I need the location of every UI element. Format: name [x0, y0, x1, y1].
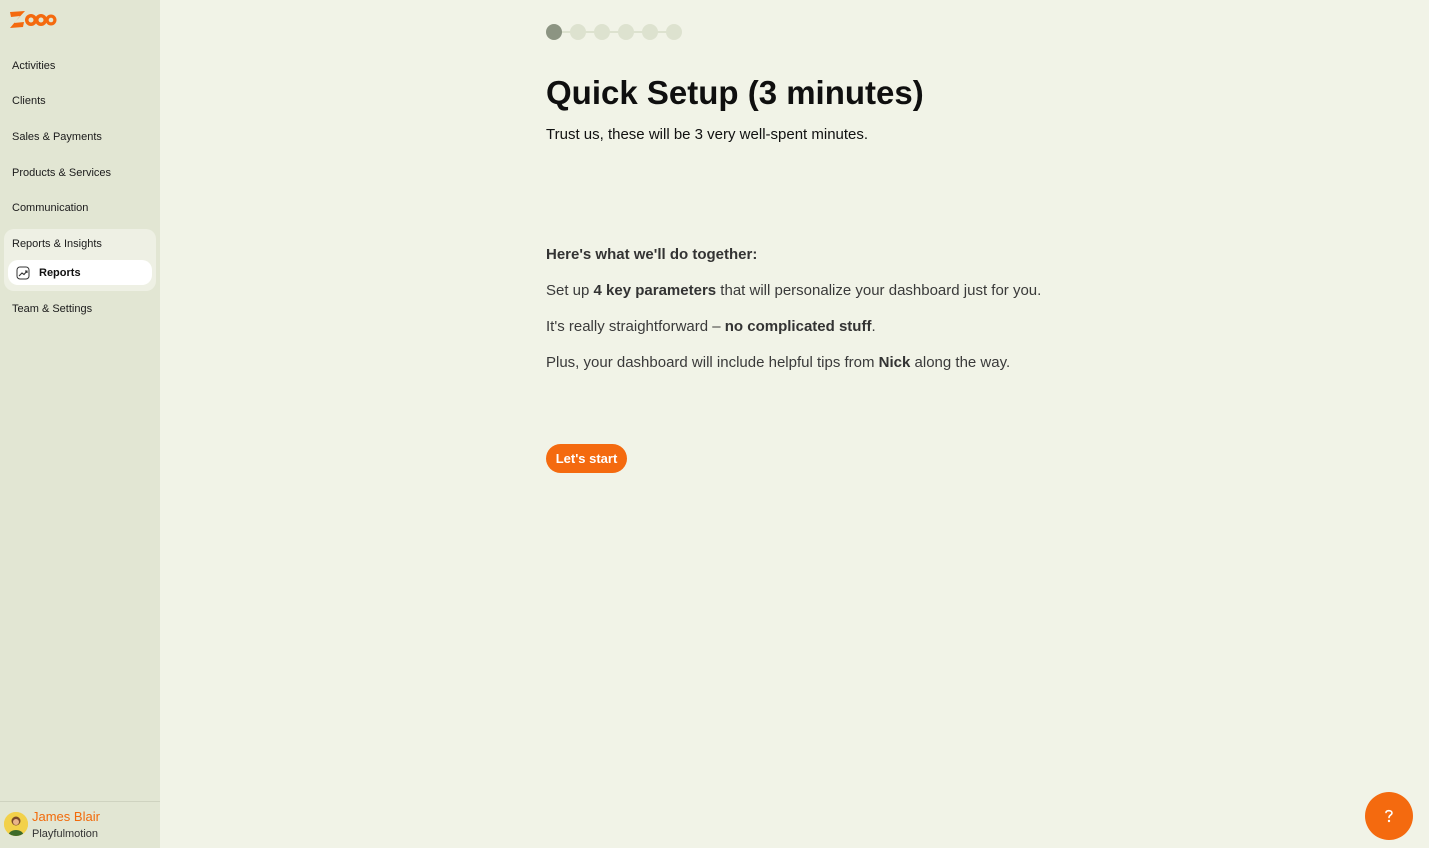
- lets-start-button[interactable]: Let's start: [546, 444, 627, 473]
- sidebar-item-team-settings[interactable]: Team & Settings: [12, 303, 92, 315]
- description-line-3: Plus, your dashboard will include helpfu…: [546, 354, 1010, 371]
- sidebar-item-communication[interactable]: Communication: [12, 202, 88, 214]
- line-text: It's really straightforward –: [546, 318, 725, 335]
- user-profile[interactable]: James Blair Playfulmotion: [0, 801, 160, 848]
- user-organization: Playfulmotion: [32, 828, 99, 840]
- step-3[interactable]: [594, 24, 610, 40]
- step-1[interactable]: [546, 24, 562, 40]
- zooo-logo[interactable]: [9, 8, 57, 30]
- step-2[interactable]: [570, 24, 586, 40]
- page-title: Quick Setup (3 minutes): [546, 74, 924, 111]
- line-emphasis: no complicated stuff: [724, 318, 872, 335]
- sidebar-item-sales-payments[interactable]: Sales & Payments: [12, 131, 102, 143]
- setup-stepper: [546, 23, 686, 41]
- sidebar-subitem-label: Reports: [39, 266, 81, 279]
- line-emphasis: 4 key parameters: [593, 282, 717, 299]
- step-4[interactable]: [618, 24, 634, 40]
- user-name[interactable]: James Blair: [32, 809, 100, 824]
- sidebar-item-products-services[interactable]: Products & Services: [12, 167, 111, 179]
- line-text: that will personalize your dashboard jus…: [716, 282, 1042, 299]
- line-emphasis: Nick: [878, 354, 911, 371]
- sidebar-subitem-reports[interactable]: Reports: [8, 260, 152, 285]
- step-5[interactable]: [642, 24, 658, 40]
- sidebar-item-activities[interactable]: Activities: [12, 60, 55, 72]
- line-text: along the way.: [910, 354, 1011, 371]
- section-heading: Here's what we'll do together:: [546, 246, 758, 263]
- description-line-1: Set up 4 key parameters that will person…: [546, 282, 1041, 299]
- step-6[interactable]: [666, 24, 682, 40]
- avatar: [4, 812, 28, 836]
- line-text: Plus, your dashboard will include helpfu…: [546, 354, 879, 371]
- chart-line-icon: [16, 266, 30, 279]
- sidebar-item-clients[interactable]: Clients: [12, 95, 46, 107]
- sidebar-item-reports-insights[interactable]: Reports & Insights: [12, 238, 102, 250]
- description-line-2: It's really straightforward – no complic…: [546, 318, 876, 335]
- line-text: Set up: [546, 282, 594, 299]
- question-icon: [1385, 809, 1393, 823]
- sidebar: Activities Clients Sales & Payments Prod…: [0, 0, 160, 848]
- sidebar-group-reports-insights: Reports & Insights Reports: [4, 229, 156, 291]
- main-content: Quick Setup (3 minutes) Trust us, these …: [160, 0, 1429, 848]
- help-button[interactable]: [1365, 792, 1413, 840]
- line-text: .: [871, 318, 876, 335]
- page-subtitle: Trust us, these will be 3 very well-spen…: [546, 126, 869, 143]
